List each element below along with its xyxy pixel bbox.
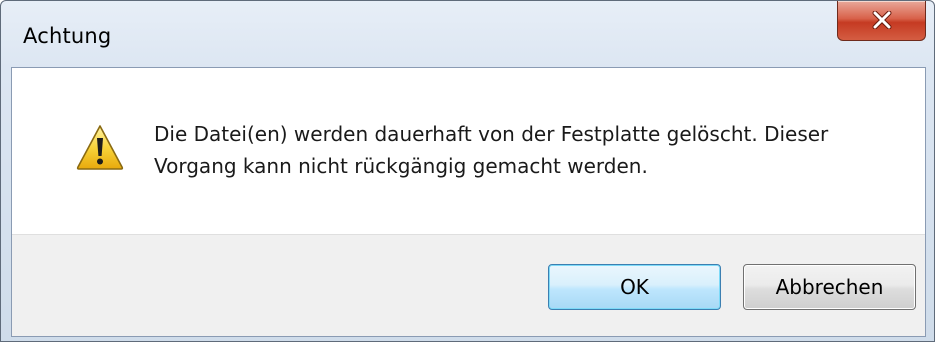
dialog-message: Die Datei(en) werden dauerhaft von der F… xyxy=(154,118,894,182)
ok-button[interactable]: OK xyxy=(548,264,721,310)
button-bar: OK Abbrechen xyxy=(12,234,925,336)
title-bar[interactable]: Achtung xyxy=(1,1,934,67)
dialog-client-area: Die Datei(en) werden dauerhaft von der F… xyxy=(11,67,926,337)
message-area: Die Datei(en) werden dauerhaft von der F… xyxy=(12,68,925,234)
close-icon xyxy=(872,11,892,29)
warning-icon xyxy=(76,125,124,170)
message-line-2: Vorgang kann nicht rückgängig gemacht we… xyxy=(154,154,648,178)
cancel-button[interactable]: Abbrechen xyxy=(743,264,916,310)
window-title: Achtung xyxy=(23,24,112,48)
close-button[interactable] xyxy=(837,1,926,41)
message-line-1: Die Datei(en) werden dauerhaft von der F… xyxy=(154,122,829,146)
dialog-window: Achtung Die Datei(en) werden dauerhaft v… xyxy=(0,0,935,342)
